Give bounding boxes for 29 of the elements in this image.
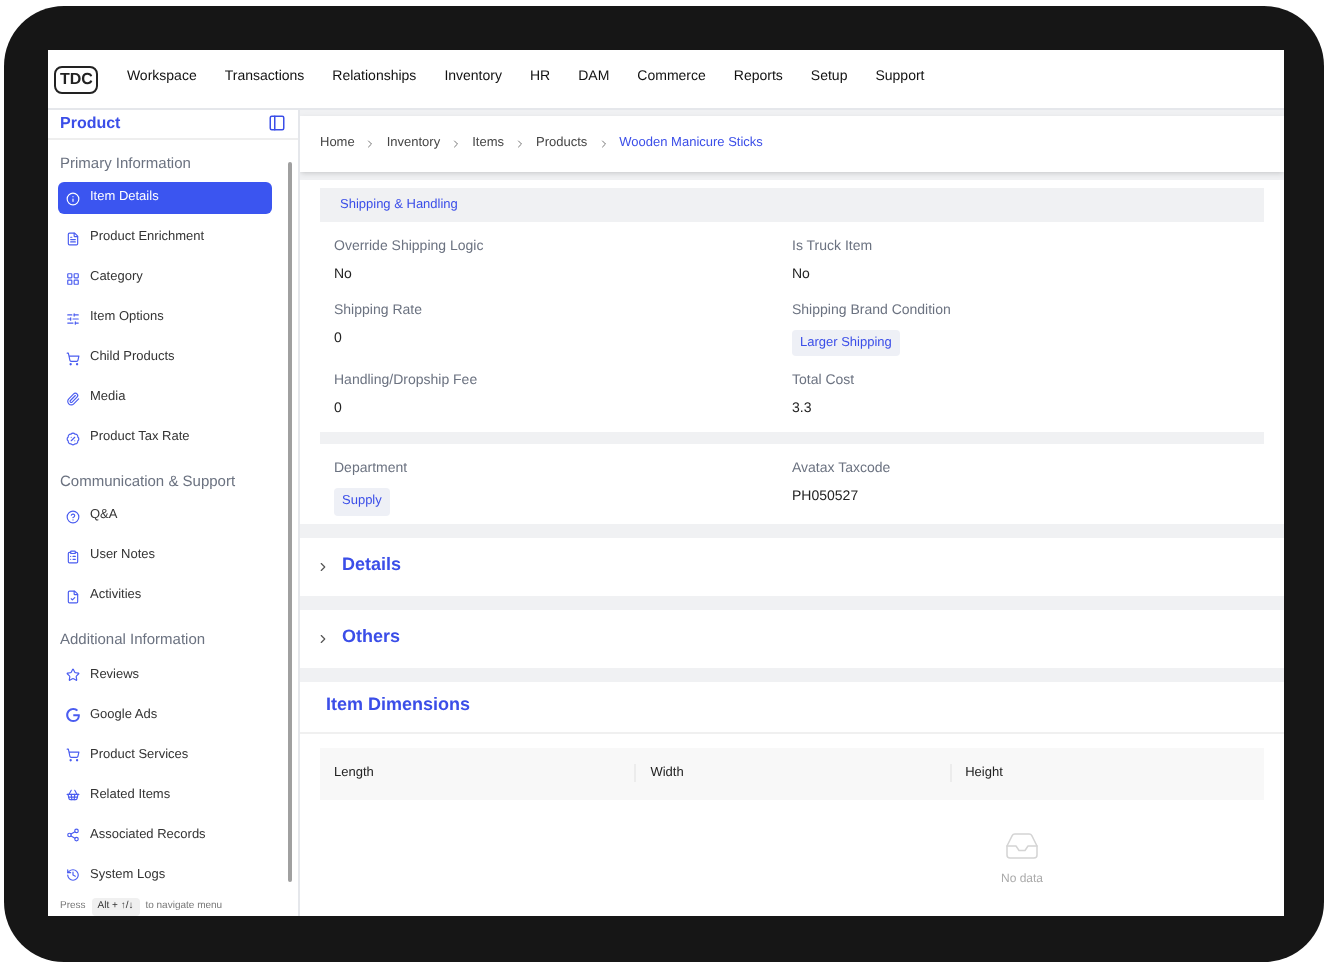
paperclip-icon (66, 391, 80, 405)
panel-toggle-icon[interactable] (268, 114, 286, 133)
chevron-icon (316, 559, 330, 573)
cart-icon (66, 351, 80, 365)
share-icon (66, 828, 80, 842)
star-icon (66, 668, 80, 682)
collapsible-section[interactable]: Details (300, 537, 1284, 595)
history-icon (66, 868, 80, 882)
document-icon (66, 231, 80, 245)
file-check-icon (66, 589, 80, 604)
clipboard-icon (66, 549, 80, 564)
card-title: Item Dimensions (326, 692, 471, 719)
chevron-icon (597, 138, 610, 150)
sidebar-title: Product (60, 111, 121, 136)
sliders-icon (66, 311, 80, 325)
question-icon (66, 509, 80, 524)
collapsible-section[interactable]: Others (300, 609, 1284, 667)
google-g-icon (66, 708, 80, 722)
chevron-icon (364, 138, 377, 150)
logo[interactable]: TDC (54, 65, 99, 93)
cart-icon (66, 748, 80, 762)
empty-inbox-icon (1004, 827, 1040, 863)
info-icon (66, 191, 80, 205)
chevron-icon (514, 138, 526, 150)
chevron-icon (450, 138, 463, 150)
percent-badge-icon (66, 431, 80, 445)
grid-icon (66, 271, 80, 285)
basket-icon (66, 788, 80, 802)
chevron-icon (316, 631, 330, 645)
